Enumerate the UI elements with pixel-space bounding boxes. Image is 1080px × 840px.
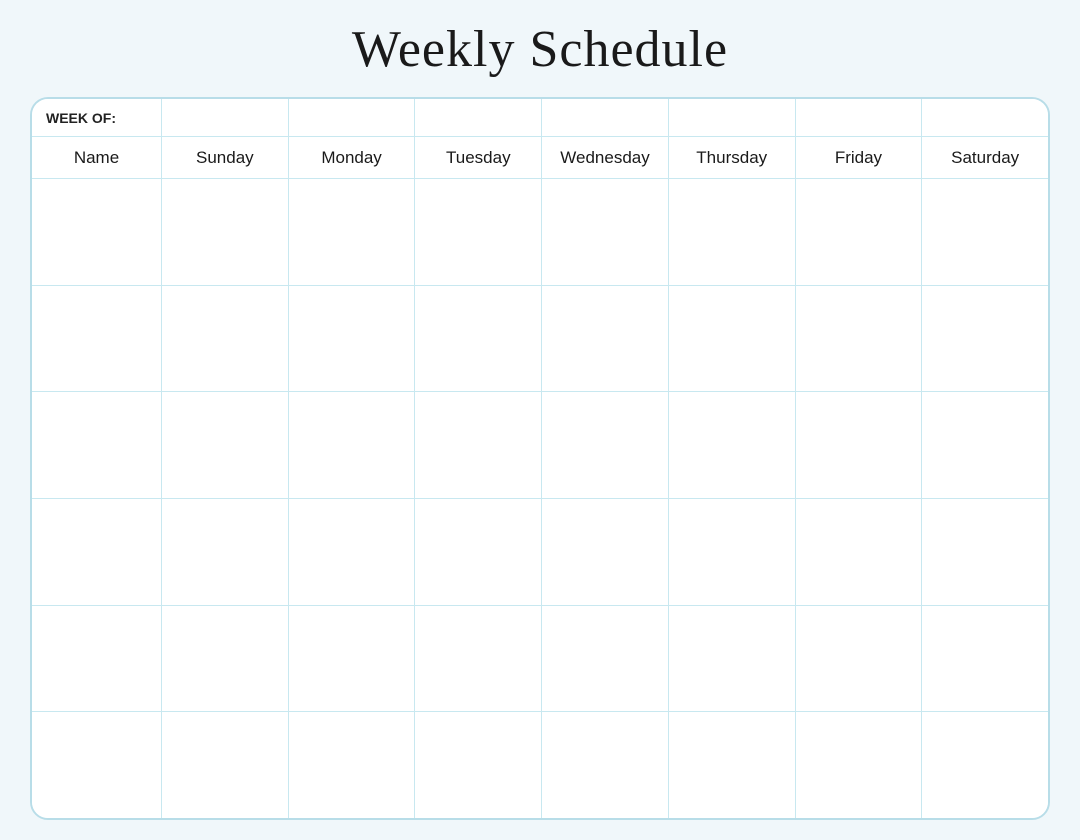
row4-thursday[interactable] bbox=[669, 499, 796, 605]
row6-tuesday[interactable] bbox=[415, 712, 542, 818]
row1-sunday[interactable] bbox=[162, 179, 289, 285]
row4-name[interactable] bbox=[32, 499, 162, 605]
row2-friday[interactable] bbox=[796, 286, 923, 392]
header-thursday: Thursday bbox=[669, 137, 796, 178]
row4-tuesday[interactable] bbox=[415, 499, 542, 605]
row5-name[interactable] bbox=[32, 606, 162, 712]
week-of-cell-3 bbox=[415, 99, 542, 136]
row1-friday[interactable] bbox=[796, 179, 923, 285]
table-row bbox=[32, 392, 1048, 499]
week-of-cell-7 bbox=[922, 99, 1048, 136]
row4-monday[interactable] bbox=[289, 499, 416, 605]
table-row bbox=[32, 712, 1048, 818]
header-saturday: Saturday bbox=[922, 137, 1048, 178]
header-sunday: Sunday bbox=[162, 137, 289, 178]
week-of-row: WEEK OF: bbox=[32, 99, 1048, 137]
row2-wednesday[interactable] bbox=[542, 286, 669, 392]
table-row bbox=[32, 179, 1048, 286]
row6-name[interactable] bbox=[32, 712, 162, 818]
header-row: Name Sunday Monday Tuesday Wednesday Thu… bbox=[32, 137, 1048, 179]
week-of-cell-4 bbox=[542, 99, 669, 136]
row1-thursday[interactable] bbox=[669, 179, 796, 285]
row3-sunday[interactable] bbox=[162, 392, 289, 498]
row4-friday[interactable] bbox=[796, 499, 923, 605]
row6-sunday[interactable] bbox=[162, 712, 289, 818]
table-row bbox=[32, 286, 1048, 393]
row1-wednesday[interactable] bbox=[542, 179, 669, 285]
table-row bbox=[32, 499, 1048, 606]
row5-wednesday[interactable] bbox=[542, 606, 669, 712]
week-of-cell-2 bbox=[289, 99, 416, 136]
header-monday: Monday bbox=[289, 137, 416, 178]
header-wednesday: Wednesday bbox=[542, 137, 669, 178]
row6-saturday[interactable] bbox=[922, 712, 1048, 818]
row3-thursday[interactable] bbox=[669, 392, 796, 498]
row5-monday[interactable] bbox=[289, 606, 416, 712]
row5-friday[interactable] bbox=[796, 606, 923, 712]
grid-body bbox=[32, 179, 1048, 818]
row6-monday[interactable] bbox=[289, 712, 416, 818]
schedule-container: WEEK OF: Name Sunday Monday Tuesday Wedn… bbox=[30, 97, 1050, 820]
row2-tuesday[interactable] bbox=[415, 286, 542, 392]
row6-thursday[interactable] bbox=[669, 712, 796, 818]
row1-monday[interactable] bbox=[289, 179, 416, 285]
row5-thursday[interactable] bbox=[669, 606, 796, 712]
row3-friday[interactable] bbox=[796, 392, 923, 498]
row2-thursday[interactable] bbox=[669, 286, 796, 392]
row3-monday[interactable] bbox=[289, 392, 416, 498]
row5-tuesday[interactable] bbox=[415, 606, 542, 712]
row4-wednesday[interactable] bbox=[542, 499, 669, 605]
page-title: Weekly Schedule bbox=[352, 20, 728, 79]
header-friday: Friday bbox=[796, 137, 923, 178]
week-of-cells bbox=[162, 99, 1048, 136]
row3-wednesday[interactable] bbox=[542, 392, 669, 498]
row2-name[interactable] bbox=[32, 286, 162, 392]
row2-saturday[interactable] bbox=[922, 286, 1048, 392]
row6-friday[interactable] bbox=[796, 712, 923, 818]
row3-saturday[interactable] bbox=[922, 392, 1048, 498]
row2-monday[interactable] bbox=[289, 286, 416, 392]
row1-name[interactable] bbox=[32, 179, 162, 285]
header-tuesday: Tuesday bbox=[415, 137, 542, 178]
table-row bbox=[32, 606, 1048, 713]
header-name: Name bbox=[32, 137, 162, 178]
week-of-cell-1 bbox=[162, 99, 289, 136]
row3-tuesday[interactable] bbox=[415, 392, 542, 498]
week-of-label: WEEK OF: bbox=[32, 99, 162, 136]
row5-sunday[interactable] bbox=[162, 606, 289, 712]
row3-name[interactable] bbox=[32, 392, 162, 498]
row2-sunday[interactable] bbox=[162, 286, 289, 392]
row1-tuesday[interactable] bbox=[415, 179, 542, 285]
row4-sunday[interactable] bbox=[162, 499, 289, 605]
row4-saturday[interactable] bbox=[922, 499, 1048, 605]
row5-saturday[interactable] bbox=[922, 606, 1048, 712]
week-of-cell-5 bbox=[669, 99, 796, 136]
week-of-cell-6 bbox=[796, 99, 923, 136]
row1-saturday[interactable] bbox=[922, 179, 1048, 285]
row6-wednesday[interactable] bbox=[542, 712, 669, 818]
